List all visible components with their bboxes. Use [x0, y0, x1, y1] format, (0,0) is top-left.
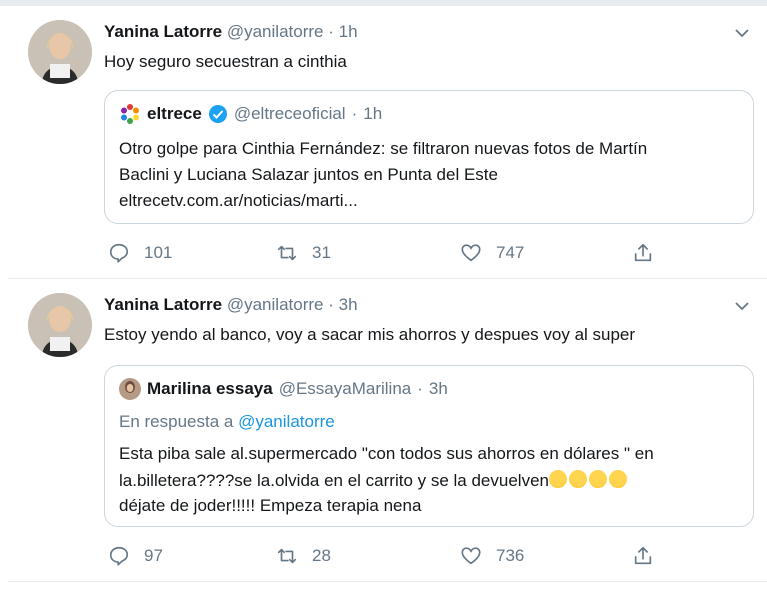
rofl-emoji-icon [608, 470, 627, 488]
author-handle[interactable]: @yanilatorre [227, 295, 324, 314]
like-count: 736 [496, 546, 525, 565]
in-reply-to: En respuesta a @yanilatorre [119, 412, 335, 432]
eltrece-logo-icon [121, 104, 139, 124]
retweet-count: 31 [312, 243, 331, 262]
reply-mention-link[interactable]: @yanilatorre [238, 412, 335, 431]
quoted-tweet[interactable]: eltrece @eltreceoficial · 1h Otro golpe … [104, 90, 754, 224]
quoted-author-name[interactable]: Marilina essaya [147, 379, 273, 399]
reply-prefix: En respuesta a [119, 412, 234, 431]
rofl-emoji-icon [588, 470, 607, 488]
like-button[interactable]: 736 [460, 545, 524, 567]
retweet-count: 28 [312, 546, 331, 565]
tweet-time[interactable]: 1h [339, 22, 358, 41]
meta-separator: · [351, 104, 358, 123]
tweet-header: Yanina Latorre @yanilatorre · 3h [104, 295, 358, 315]
tweet-text: Estoy yendo al banco, voy a sacar mis ah… [104, 325, 636, 344]
share-button[interactable] [632, 242, 654, 264]
tweet[interactable]: Yanina Latorre @yanilatorre · 1h Hoy seg… [8, 6, 767, 279]
chevron-down-icon[interactable] [733, 297, 751, 315]
retweet-button[interactable]: 31 [276, 242, 331, 264]
quoted-author-handle[interactable]: @eltreceoficial [234, 104, 346, 124]
like-button[interactable]: 747 [460, 242, 524, 264]
meta-separator: · [328, 295, 334, 314]
reply-count: 101 [144, 243, 173, 262]
heart-icon [461, 547, 481, 565]
quoted-text-line: Esta piba sale al.supermercado "con todo… [119, 444, 654, 463]
meta-separator: · [417, 379, 423, 398]
share-icon [634, 546, 652, 565]
quoted-tweet[interactable]: Marilina essaya @EssayaMarilina · 3h En … [104, 365, 754, 527]
avatar[interactable] [28, 20, 92, 84]
reply-icon [109, 546, 129, 566]
share-icon [634, 243, 652, 262]
quoted-author-handle[interactable]: @EssayaMarilina [279, 379, 412, 399]
quoted-author-name[interactable]: eltrece [147, 104, 202, 124]
retweet-icon [277, 548, 297, 564]
heart-icon [461, 244, 481, 262]
retweet-button[interactable]: 28 [276, 545, 331, 567]
quoted-text-line: la.billetera????se la.olvida en el carri… [119, 471, 549, 490]
author-name[interactable]: Yanina Latorre [104, 22, 222, 41]
author-handle[interactable]: @yanilatorre [227, 22, 324, 41]
tweet-actions: 97 28 736 [104, 545, 664, 569]
quoted-text-line-with-emoji: la.billetera????se la.olvida en el carri… [119, 470, 629, 491]
rofl-emoji-icon [568, 470, 587, 488]
quoted-tweet-header: eltrece @eltreceoficial · 1h [119, 103, 382, 125]
retweet-icon [277, 245, 297, 261]
tweet-time[interactable]: 3h [339, 295, 358, 314]
tweet-header: Yanina Latorre @yanilatorre · 1h [104, 22, 358, 42]
reply-button[interactable]: 97 [108, 545, 163, 567]
quoted-avatar [119, 378, 141, 400]
chevron-down-icon[interactable] [733, 24, 751, 42]
quoted-text-line: Otro golpe para Cinthia Fernández: se fi… [119, 139, 648, 158]
reply-count: 97 [144, 546, 163, 565]
quoted-link-text[interactable]: eltrecetv.com.ar/noticias/marti... [119, 191, 358, 211]
quoted-text-line: déjate de joder!!!!! Empeza terapia nena [119, 496, 422, 515]
quoted-tweet-header: Marilina essaya @EssayaMarilina · 3h [119, 378, 448, 400]
share-button[interactable] [632, 545, 654, 567]
like-count: 747 [496, 243, 525, 262]
meta-separator: · [328, 22, 334, 41]
quoted-tweet-time: 3h [428, 379, 448, 398]
tweet-actions: 101 31 747 [104, 242, 664, 266]
tweet-text: Hoy seguro secuestran a cinthia [104, 52, 347, 71]
verified-badge-icon [208, 105, 227, 123]
tweet[interactable]: Yanina Latorre @yanilatorre · 3h Estoy y… [8, 279, 767, 582]
avatar[interactable] [28, 293, 92, 357]
quoted-text-line: Baclini y Luciana Salazar juntos en Punt… [119, 165, 498, 184]
reply-icon [109, 243, 129, 263]
rofl-emoji-icon [548, 470, 567, 488]
author-name[interactable]: Yanina Latorre [104, 295, 222, 314]
quoted-tweet-time: 1h [363, 104, 383, 123]
reply-button[interactable]: 101 [108, 242, 172, 264]
